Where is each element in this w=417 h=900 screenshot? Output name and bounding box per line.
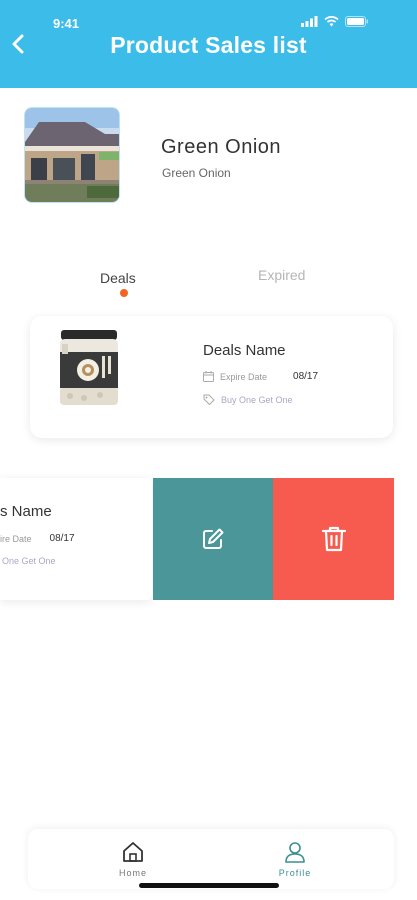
- product-image: [60, 330, 118, 405]
- active-tab-indicator: [120, 289, 128, 297]
- expire-row: Expire Date 08/17: [203, 371, 318, 382]
- swiped-deal-row[interactable]: s Name ire Date 08/17 One Get One: [0, 478, 417, 600]
- store-photo: [24, 107, 120, 203]
- edit-button[interactable]: [153, 478, 273, 600]
- expire-value: 08/17: [293, 371, 319, 382]
- wifi-icon: [324, 16, 339, 27]
- page-title: Product Sales list: [110, 32, 307, 58]
- promo-row: Buy One Get One: [203, 394, 293, 405]
- trash-icon: [321, 526, 346, 552]
- user-icon: [285, 842, 305, 863]
- status-time: 9:41: [53, 16, 80, 31]
- deal-name: s Name: [0, 503, 52, 520]
- store-subtitle: Green Onion: [162, 166, 231, 180]
- app-header: 9:41 Product Sales list: [0, 0, 417, 88]
- nav-profile-label: Profile: [278, 868, 312, 878]
- calendar-icon: [203, 371, 214, 382]
- signal-icon: [301, 16, 318, 27]
- tab-deals[interactable]: Deals: [100, 270, 136, 286]
- promo-row: One Get One: [2, 556, 56, 566]
- promo-text: Buy One Get One: [221, 394, 293, 405]
- home-indicator: [139, 883, 279, 888]
- expire-row: ire Date 08/17: [0, 533, 75, 544]
- tag-icon: [203, 394, 215, 405]
- status-icons: [301, 16, 369, 27]
- nav-home[interactable]: Home: [73, 829, 193, 889]
- nav-profile[interactable]: Profile: [235, 829, 355, 889]
- deal-card[interactable]: Deals Name Expire Date 08/17 Buy One Get…: [30, 316, 393, 438]
- expire-label: Expire Date: [220, 371, 268, 382]
- expire-value: 08/17: [49, 533, 75, 544]
- nav-home-label: Home: [118, 868, 147, 878]
- swiped-deal-card[interactable]: s Name ire Date 08/17 One Get One: [0, 478, 152, 600]
- edit-icon: [203, 528, 224, 549]
- bottom-nav: Home Profile: [28, 829, 394, 889]
- delete-button[interactable]: [273, 478, 394, 600]
- promo-text: One Get One: [2, 556, 56, 566]
- battery-icon: [345, 16, 368, 27]
- store-name: Green Onion: [161, 136, 282, 158]
- tab-expired[interactable]: Expired: [258, 267, 305, 283]
- home-icon: [123, 842, 143, 862]
- expire-label: ire Date: [0, 533, 32, 544]
- deal-name: Deals Name: [203, 342, 286, 359]
